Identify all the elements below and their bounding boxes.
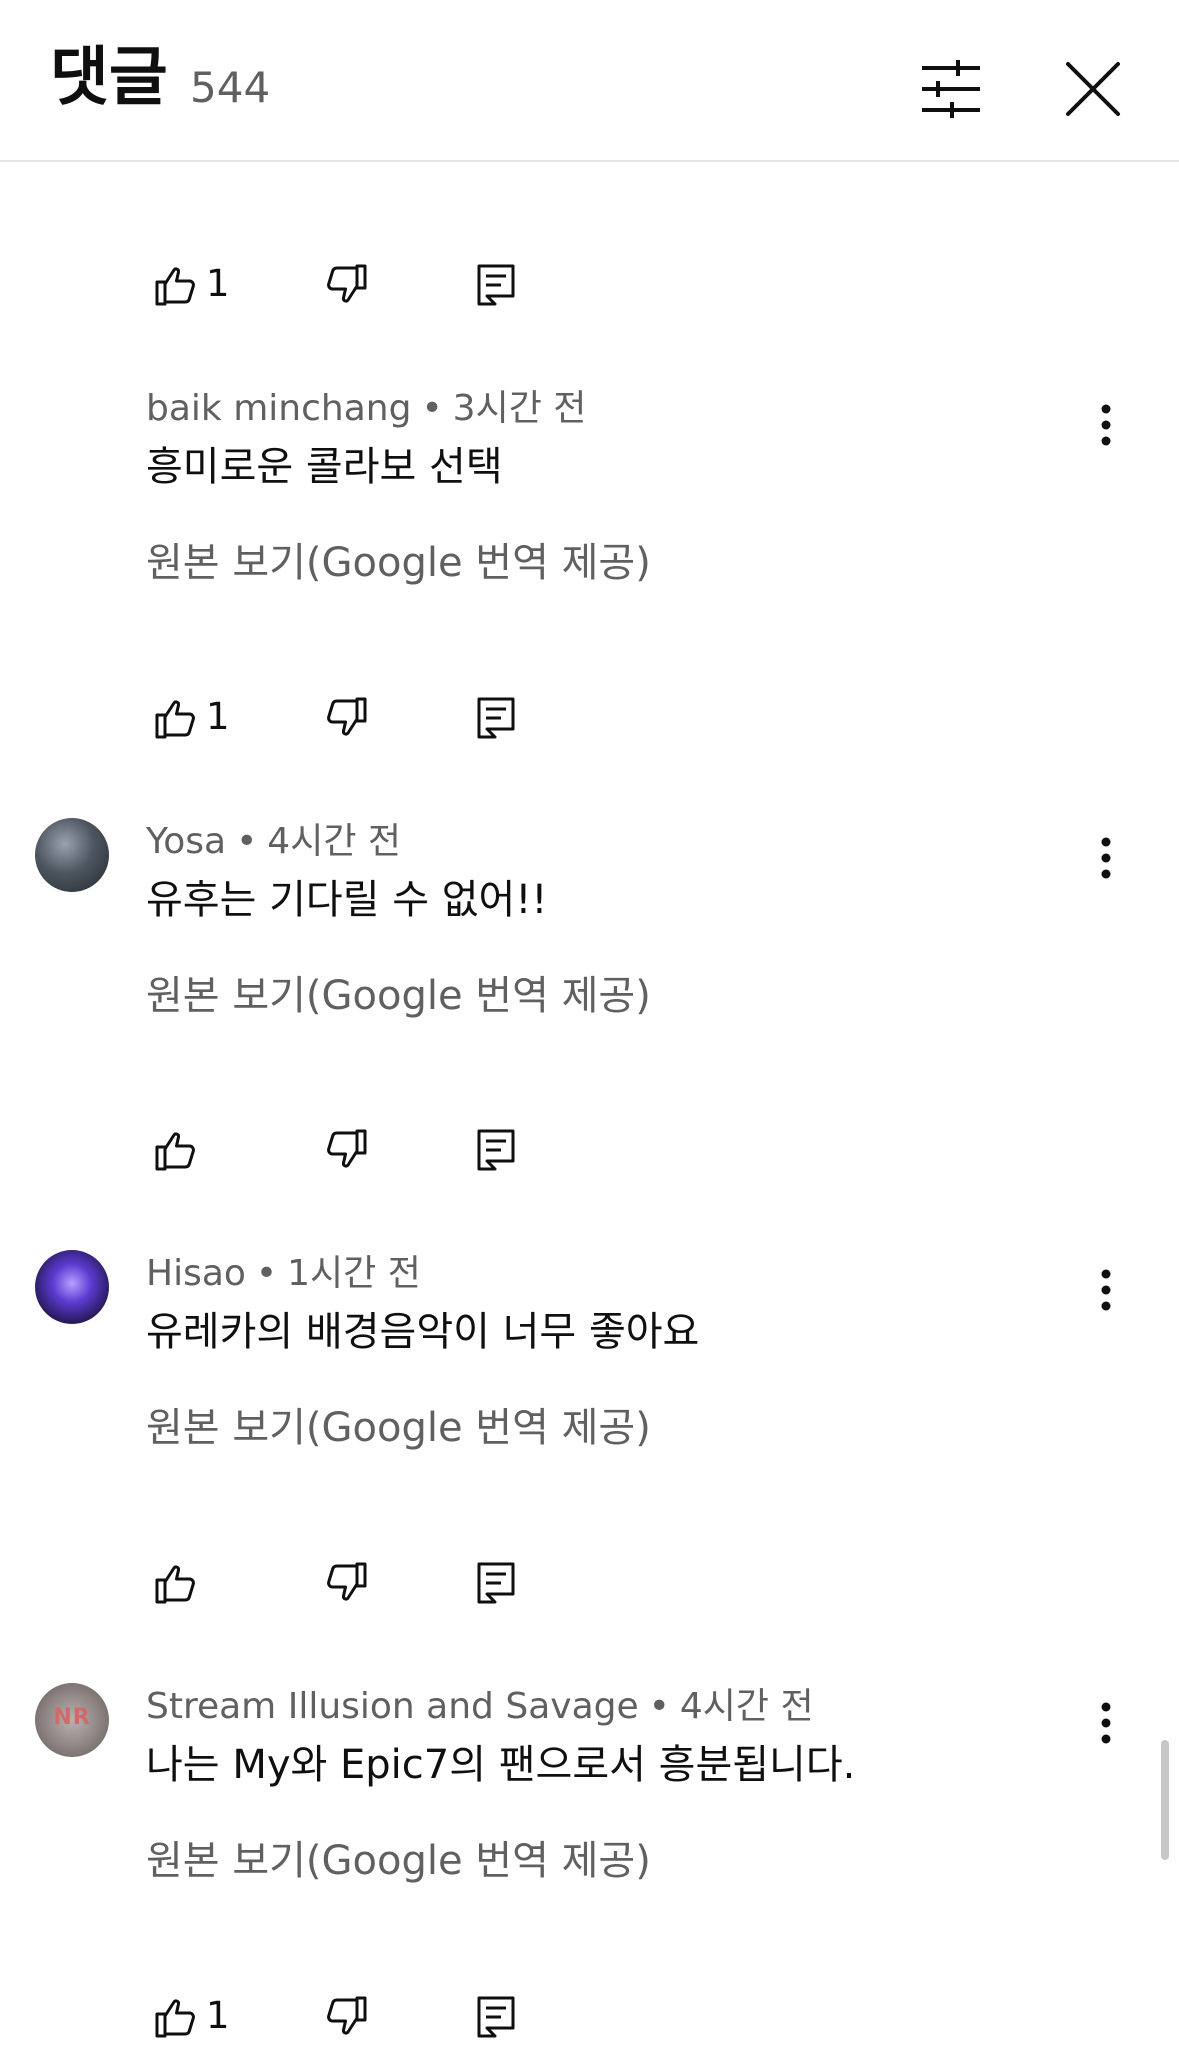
thumbs-up-icon bbox=[155, 1999, 195, 2038]
reply-button[interactable] bbox=[466, 688, 526, 748]
comment-author[interactable]: baik minchang bbox=[146, 388, 411, 429]
like-button[interactable] bbox=[146, 1120, 206, 1180]
comments-title: 댓글 bbox=[50, 41, 168, 115]
avatar[interactable] bbox=[35, 1250, 109, 1324]
dislike-button[interactable] bbox=[316, 1987, 376, 2047]
meta-separator: • bbox=[421, 388, 443, 429]
like-button[interactable] bbox=[146, 688, 206, 748]
meta-separator: • bbox=[255, 1253, 278, 1294]
like-count: 1 bbox=[206, 695, 230, 738]
comment-text: 흥미로운 콜라보 선택 bbox=[146, 444, 503, 490]
like-button[interactable] bbox=[146, 1553, 206, 1613]
comment-item: Hisao • 1시간 전 유레카의 배경음악이 너무 좋아요 원본 보기(Goog… bbox=[0, 1250, 1179, 1510]
comment-meta: Hisao • 1시간 전 bbox=[146, 1250, 421, 1298]
sort-filter-button[interactable] bbox=[910, 48, 992, 130]
reply-comment-icon bbox=[477, 697, 515, 739]
close-button[interactable] bbox=[1052, 48, 1134, 130]
dislike-button[interactable] bbox=[316, 1553, 376, 1613]
avatar-logo-mark: NR bbox=[53, 1705, 91, 1730]
comment-item: baik minchang • 3시간 전 흥미로운 콜라보 선택 원본 보기(Go… bbox=[0, 385, 1179, 645]
comment-text: 유레카의 배경음악이 너무 좋아요 bbox=[146, 1309, 700, 1355]
reply-comment-icon bbox=[477, 264, 515, 306]
comment-action-row bbox=[146, 1120, 746, 1180]
comment-time: 1시간 전 bbox=[287, 1253, 421, 1294]
like-button[interactable] bbox=[146, 255, 206, 315]
reply-button[interactable] bbox=[466, 255, 526, 315]
thumbs-down-icon bbox=[327, 1129, 367, 1168]
comment-meta: baik minchang • 3시간 전 bbox=[146, 385, 586, 433]
comments-count: 544 bbox=[190, 63, 271, 112]
comment-text: 유후는 기다릴 수 없어!! bbox=[146, 877, 548, 923]
comment-time: 4시간 전 bbox=[679, 1686, 814, 1727]
dislike-button[interactable] bbox=[316, 1120, 376, 1180]
more-options-button[interactable] bbox=[1086, 395, 1126, 455]
thumbs-up-icon bbox=[155, 1565, 195, 1604]
like-count: 1 bbox=[206, 1994, 230, 2037]
scrollbar[interactable] bbox=[1161, 1740, 1169, 1860]
see-original-link[interactable]: 원본 보기(Google 번역 제공) bbox=[146, 535, 651, 591]
reply-comment-icon bbox=[477, 1562, 515, 1604]
comments-header: 댓글 544 bbox=[0, 0, 1179, 162]
meta-separator: • bbox=[648, 1686, 670, 1727]
comment-text: 나는 My와 Epic7의 팬으로서 흥분됩니다. bbox=[146, 1742, 856, 1788]
more-options-button[interactable] bbox=[1086, 1260, 1126, 1320]
comment-action-row: 1 bbox=[146, 255, 746, 315]
comment-action-row bbox=[146, 1553, 746, 1613]
more-vertical-icon bbox=[1101, 1269, 1111, 1311]
reply-button[interactable] bbox=[466, 1120, 526, 1180]
comment-author[interactable]: Yosa bbox=[146, 821, 226, 862]
like-count: 1 bbox=[206, 262, 230, 305]
more-vertical-icon bbox=[1101, 837, 1111, 879]
sliders-icon bbox=[922, 60, 980, 118]
thumbs-down-icon bbox=[327, 1996, 367, 2035]
comment-author[interactable]: Stream Illusion and Savage bbox=[146, 1686, 639, 1727]
thumbs-up-icon bbox=[155, 267, 195, 306]
see-original-link[interactable]: 원본 보기(Google 번역 제공) bbox=[146, 968, 651, 1024]
meta-separator: • bbox=[236, 821, 258, 862]
reply-comment-icon bbox=[477, 1129, 515, 1171]
comment-action-row: 1 bbox=[146, 1987, 746, 2047]
see-original-link[interactable]: 원본 보기(Google 번역 제공) bbox=[146, 1833, 651, 1889]
reply-button[interactable] bbox=[466, 1987, 526, 2047]
thumbs-up-icon bbox=[155, 700, 195, 739]
comment-item: Yosa • 4시간 전 유후는 기다릴 수 없어!! 원본 보기(Google 번… bbox=[0, 818, 1179, 1078]
more-vertical-icon bbox=[1101, 404, 1111, 446]
more-options-button[interactable] bbox=[1086, 828, 1126, 888]
reply-button[interactable] bbox=[466, 1553, 526, 1613]
close-icon bbox=[1066, 62, 1120, 116]
see-original-link[interactable]: 원본 보기(Google 번역 제공) bbox=[146, 1400, 651, 1456]
comment-time: 4시간 전 bbox=[267, 821, 402, 862]
thumbs-down-icon bbox=[327, 1562, 367, 1601]
comment-meta: Yosa • 4시간 전 bbox=[146, 818, 401, 866]
thumbs-down-icon bbox=[327, 264, 367, 303]
avatar[interactable]: NR bbox=[35, 1683, 109, 1757]
thumbs-up-icon bbox=[155, 1132, 195, 1171]
more-vertical-icon bbox=[1101, 1702, 1111, 1744]
reply-comment-icon bbox=[477, 1996, 515, 2038]
comment-action-row: 1 bbox=[146, 688, 746, 748]
more-options-button[interactable] bbox=[1086, 1693, 1126, 1753]
comment-item: NR Stream Illusion and Savage • 4시간 전 나는 M… bbox=[0, 1683, 1179, 1943]
dislike-button[interactable] bbox=[316, 688, 376, 748]
dislike-button[interactable] bbox=[316, 255, 376, 315]
avatar[interactable] bbox=[35, 818, 109, 892]
like-button[interactable] bbox=[146, 1987, 206, 2047]
comment-author[interactable]: Hisao bbox=[146, 1253, 246, 1294]
thumbs-down-icon bbox=[327, 697, 367, 736]
comment-time: 3시간 전 bbox=[452, 388, 587, 429]
comment-meta: Stream Illusion and Savage • 4시간 전 bbox=[146, 1683, 814, 1731]
